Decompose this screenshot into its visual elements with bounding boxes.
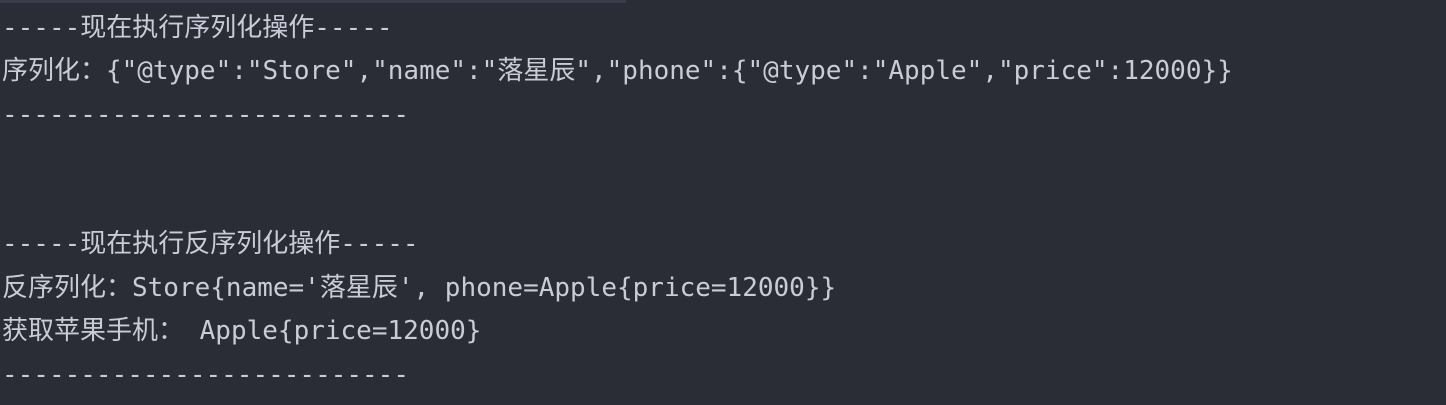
panel-top-border xyxy=(0,0,626,3)
deserialize-header-line: -----现在执行反序列化操作----- xyxy=(2,229,419,259)
serialize-header-line: -----现在执行序列化操作----- xyxy=(2,13,393,43)
deserialize-result-line: 反序列化：Store{name='落星辰', phone=Apple{price… xyxy=(2,273,837,303)
serialize-result-line: 序列化：{"@type":"Store","name":"落星辰","phone… xyxy=(2,56,1233,86)
get-apple-phone-line: 获取苹果手机： Apple{price=12000} xyxy=(2,316,482,346)
deserialize-separator-line: -------------------------- xyxy=(2,360,409,390)
serialize-separator-line: -------------------------- xyxy=(2,100,409,130)
console-output[interactable]: -----现在执行序列化操作----- 序列化：{"@type":"Store"… xyxy=(0,0,1446,405)
